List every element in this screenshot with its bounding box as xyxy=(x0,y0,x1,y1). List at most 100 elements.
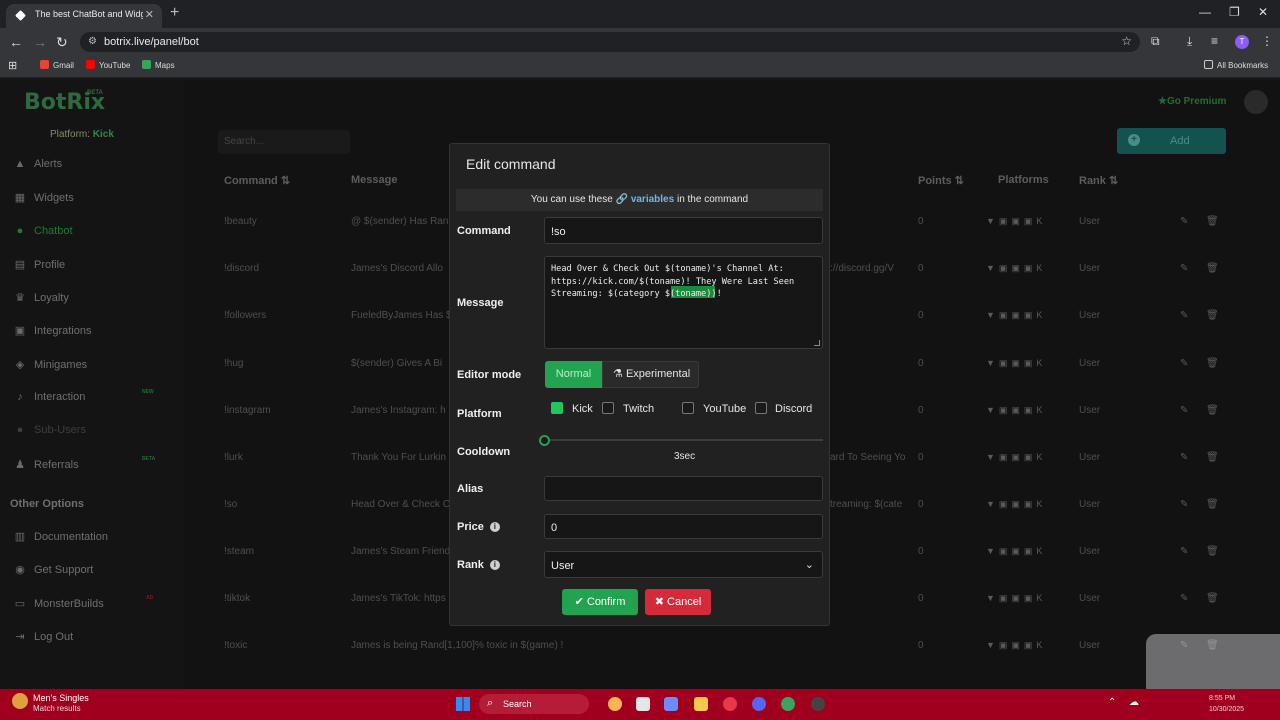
edit-icon[interactable]: ✎ xyxy=(1180,198,1194,245)
menu-kebab-icon[interactable]: ⋮ xyxy=(1261,34,1273,48)
platform-kick-checkbox[interactable] xyxy=(551,402,563,414)
info-icon[interactable]: i xyxy=(489,522,500,532)
cloud-icon[interactable]: ☁ xyxy=(1129,697,1139,708)
discord-icon[interactable] xyxy=(752,697,766,711)
delete-icon[interactable]: 🗑 xyxy=(1206,340,1220,387)
edit-icon[interactable]: ✎ xyxy=(1180,340,1194,387)
taskbar-search[interactable]: ⌕ Search xyxy=(479,694,589,714)
sidebar-item-referrals[interactable]: ♟ Referrals BETA xyxy=(12,456,172,480)
clock-date[interactable]: 10/30/2025 xyxy=(1209,706,1244,713)
sidebar-item-sub-users[interactable]: ● Sub-Users xyxy=(12,424,172,446)
clock-time[interactable]: 8:55 PM xyxy=(1209,695,1235,702)
close-tab-icon[interactable]: ✕ xyxy=(145,8,154,21)
delete-icon[interactable]: 🗑 xyxy=(1206,198,1220,245)
edit-icon[interactable]: ✎ xyxy=(1180,387,1194,434)
delete-icon[interactable]: 🗑 xyxy=(1206,528,1220,575)
platform-youtube-checkbox[interactable] xyxy=(682,402,694,414)
file-explorer-icon[interactable] xyxy=(694,697,708,711)
edit-icon[interactable]: ✎ xyxy=(1180,292,1194,339)
bookmark-gmail[interactable]: Gmail xyxy=(40,60,74,70)
edit-icon[interactable]: ✎ xyxy=(1180,481,1194,528)
maps-icon xyxy=(142,60,151,69)
sidebar-item-alerts[interactable]: ▲ Alerts xyxy=(12,158,172,180)
delete-icon[interactable]: 🗑 xyxy=(1206,481,1220,528)
sidebar-item-loyalty[interactable]: ♛ Loyalty xyxy=(12,291,172,313)
delete-icon[interactable]: 🗑 xyxy=(1206,434,1220,481)
go-premium-link[interactable]: ★Go Premium xyxy=(1158,96,1226,107)
delete-icon[interactable]: 🗑 xyxy=(1206,387,1220,434)
minimize-icon[interactable]: — xyxy=(1199,5,1211,19)
obs-icon[interactable] xyxy=(811,697,825,711)
sidebar-item-integrations[interactable]: ▣ Integrations xyxy=(12,324,172,346)
url-field[interactable]: ⚙ botrix.live/panel/bot ☆ xyxy=(80,32,1140,52)
docs-icon: ▥ xyxy=(14,531,26,543)
confirm-button[interactable]: ✔ Confirm xyxy=(562,589,638,615)
user-avatar[interactable] xyxy=(1244,90,1268,114)
maximize-icon[interactable]: ❐ xyxy=(1229,5,1240,19)
reading-list-icon[interactable]: ≡ xyxy=(1211,34,1218,48)
forward-icon[interactable]: → xyxy=(33,34,47,50)
sidebar-item-minigames[interactable]: ◈ Minigames xyxy=(12,358,172,380)
bookmark-maps[interactable]: Maps xyxy=(142,60,175,70)
new-tab-button[interactable]: + xyxy=(170,4,179,22)
taskbar-app-icon[interactable] xyxy=(608,697,622,711)
cooldown-slider-handle[interactable] xyxy=(539,435,550,446)
site-info-icon[interactable]: ⚙ xyxy=(88,36,97,47)
alias-label: Alias xyxy=(457,483,484,495)
resize-handle[interactable] xyxy=(814,340,820,346)
edit-icon[interactable]: ✎ xyxy=(1180,528,1194,575)
price-input[interactable]: 0 xyxy=(544,514,823,539)
sidebar-item-interaction[interactable]: ♪ Interaction NEW xyxy=(12,389,172,413)
edit-icon[interactable]: ✎ xyxy=(1180,434,1194,481)
platform-twitch-checkbox[interactable] xyxy=(602,402,614,414)
windows-start-icon[interactable] xyxy=(456,697,470,711)
profile-avatar[interactable]: T xyxy=(1235,35,1249,49)
sidebar-item-get-support[interactable]: ◉ Get Support xyxy=(12,563,172,585)
variables-link[interactable]: 🔗 variables xyxy=(616,194,675,205)
news-widget-icon[interactable] xyxy=(12,693,28,709)
bookmark-star-icon[interactable]: ☆ xyxy=(1121,34,1132,48)
tray-chevron-icon[interactable]: ⌃ xyxy=(1108,697,1116,708)
delete-icon[interactable]: 🗑 xyxy=(1206,575,1220,622)
cast-icon[interactable]: ⧉ xyxy=(1151,34,1160,49)
browser-tab[interactable]: The best ChatBot and Widgets ✕ xyxy=(6,4,162,28)
delete-icon[interactable]: 🗑 xyxy=(1206,245,1220,292)
rank-select[interactable]: User ⌄ xyxy=(544,551,823,578)
all-bookmarks[interactable]: All Bookmarks xyxy=(1204,60,1268,70)
message-textarea[interactable]: Head Over & Check Out $(toname)'s Channe… xyxy=(544,256,823,349)
back-icon[interactable]: ← xyxy=(9,34,23,50)
task-view-icon[interactable] xyxy=(636,697,650,711)
editor-mode-normal-button[interactable]: Normal xyxy=(545,361,602,388)
command-input[interactable]: !so xyxy=(544,217,823,244)
sidebar-item-log-out[interactable]: ⇥ Log Out xyxy=(12,630,172,652)
alias-input[interactable] xyxy=(544,476,823,501)
platform-icons: ▼▣▣▣K xyxy=(986,405,1047,415)
add-command-button[interactable]: + Add xyxy=(1117,128,1226,154)
delete-icon[interactable]: 🗑 xyxy=(1206,292,1220,339)
header-points[interactable]: Points ⇅ xyxy=(918,174,964,187)
header-rank[interactable]: Rank ⇅ xyxy=(1079,174,1118,187)
edit-icon[interactable]: ✎ xyxy=(1180,245,1194,292)
news-widget-title[interactable]: Men's Singles xyxy=(33,693,89,703)
info-icon[interactable]: i xyxy=(489,560,500,570)
download-icon[interactable]: ⤓ xyxy=(1187,34,1192,49)
commands-search-input[interactable]: Search... xyxy=(218,130,350,154)
editor-mode-experimental-button[interactable]: ⚗ Experimental xyxy=(602,361,699,388)
cooldown-slider-track[interactable] xyxy=(544,439,823,441)
header-command[interactable]: Command ⇅ xyxy=(224,174,290,187)
maps-pin-icon[interactable] xyxy=(723,697,737,711)
sidebar-item-chatbot[interactable]: ● Chatbot xyxy=(12,225,172,247)
reload-icon[interactable]: ↻ xyxy=(56,34,68,51)
sidebar-item-monsterbuilds[interactable]: ▭ MonsterBuilds AD xyxy=(12,595,172,619)
cancel-button[interactable]: ✖ Cancel xyxy=(645,589,711,615)
edit-icon[interactable]: ✎ xyxy=(1180,575,1194,622)
sidebar-item-documentation[interactable]: ▥ Documentation xyxy=(12,530,172,552)
apps-grid-icon[interactable]: ⊞ xyxy=(8,59,17,72)
sidebar-item-widgets[interactable]: ▦ Widgets xyxy=(12,191,172,213)
platform-discord-checkbox[interactable] xyxy=(755,402,767,414)
chrome-icon[interactable] xyxy=(781,697,795,711)
bookmark-youtube[interactable]: YouTube xyxy=(86,60,130,70)
sidebar-item-profile[interactable]: ▤ Profile xyxy=(12,258,172,280)
copilot-icon[interactable] xyxy=(664,697,678,711)
close-window-icon[interactable]: ✕ xyxy=(1258,5,1268,19)
